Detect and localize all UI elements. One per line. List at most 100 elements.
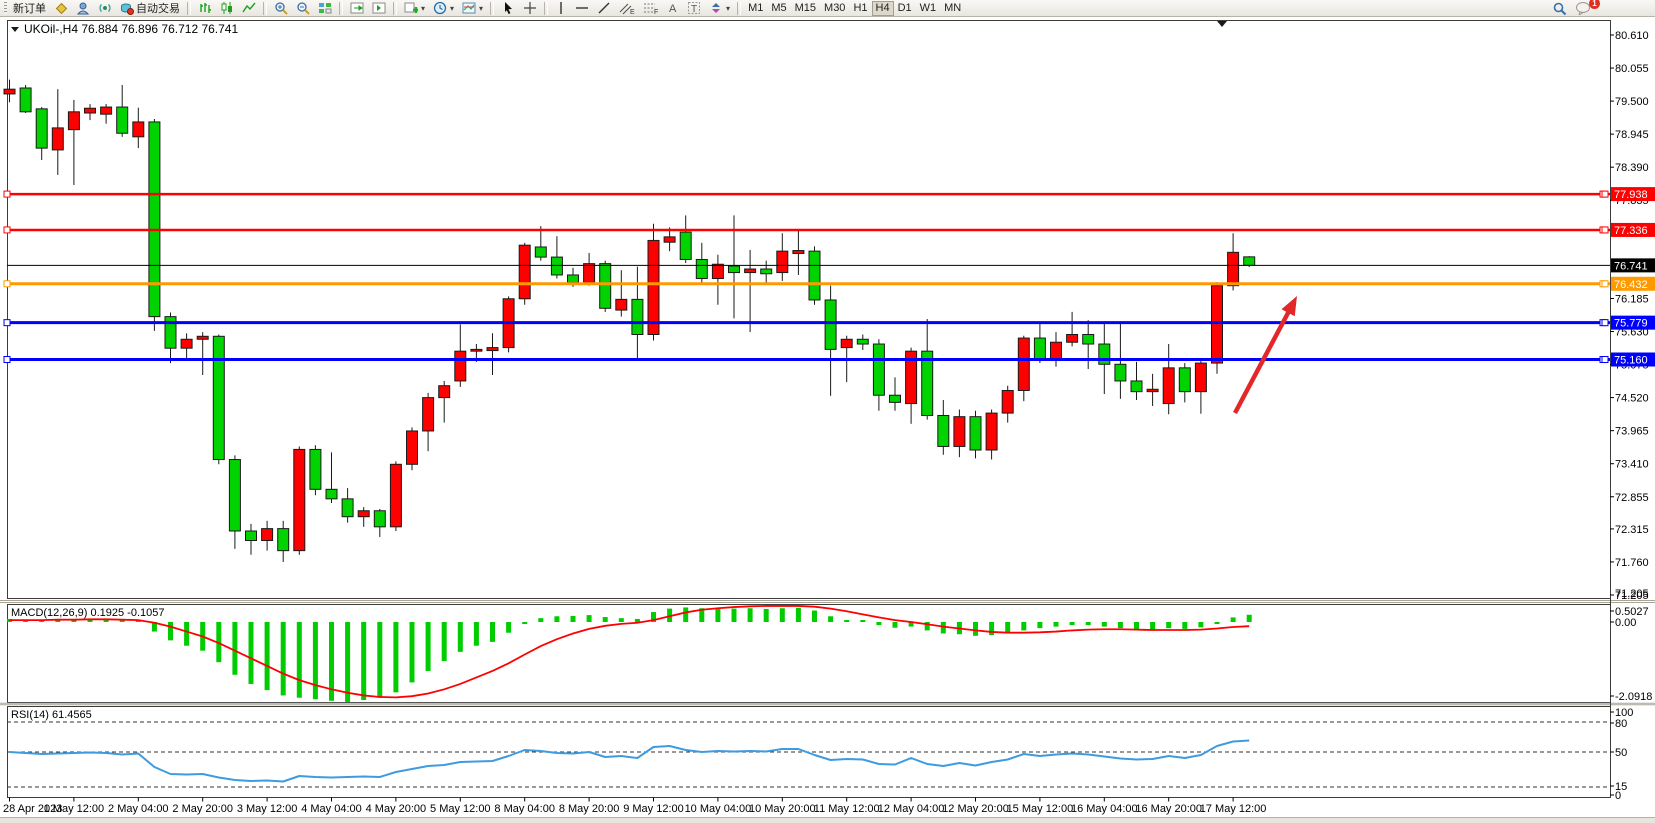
candle-up	[390, 464, 401, 527]
candle-up	[664, 237, 675, 242]
macd-histogram-bar	[1102, 622, 1107, 627]
crosshair-icon	[523, 1, 537, 15]
channel-button[interactable]: E	[615, 1, 639, 16]
line-anchor-handle[interactable]	[4, 320, 10, 326]
candle-up	[455, 351, 466, 381]
line-chart-button[interactable]	[238, 1, 260, 16]
macd-histogram-bar	[603, 617, 608, 622]
tab-timeframe-h4[interactable]: H4	[872, 1, 894, 16]
candlestick-chart-button[interactable]	[216, 1, 238, 16]
candle-down	[326, 489, 337, 499]
crosshair-button[interactable]	[519, 1, 541, 16]
candle-down	[1083, 335, 1094, 345]
tab-timeframe-mn[interactable]: MN	[940, 1, 965, 16]
line-anchor-handle[interactable]	[4, 191, 10, 197]
notifications-button[interactable]: 1	[1571, 1, 1595, 16]
fibonacci-button[interactable]: F	[639, 1, 663, 16]
macd-axis-label: -2.0918	[1615, 691, 1652, 703]
chart-canvas[interactable]: UKOil-,H4 76.884 76.896 76.712 76.74180.…	[0, 17, 1655, 823]
candle-down	[535, 247, 546, 257]
new-order-button[interactable]: 新订单	[9, 1, 50, 16]
label-icon: T	[687, 1, 701, 15]
macd-histogram-bar	[1021, 622, 1026, 630]
candle-down	[551, 257, 562, 275]
tile-windows-button[interactable]	[314, 1, 336, 16]
candle-up	[1067, 335, 1078, 343]
market-watch-button[interactable]	[50, 1, 72, 16]
bar-chart-button[interactable]	[194, 1, 216, 16]
horizontal-line-button[interactable]	[571, 1, 593, 16]
time-axis-label: 3 May 12:00	[237, 803, 298, 815]
tab-timeframe-m15[interactable]: M15	[791, 1, 820, 16]
tab-timeframe-m1[interactable]: M1	[744, 1, 767, 16]
candle-up	[4, 89, 15, 94]
macd-pane[interactable]	[8, 605, 1611, 703]
line-anchor-handle[interactable]	[4, 227, 10, 233]
vertical-line-button[interactable]	[551, 1, 571, 16]
macd-histogram-bar	[732, 609, 737, 622]
tag-connector	[1602, 320, 1608, 326]
main-price-pane[interactable]	[8, 21, 1611, 599]
separator	[544, 2, 548, 15]
candle-down	[278, 529, 289, 551]
macd-histogram-bar	[619, 618, 624, 622]
time-axis-label: 4 May 04:00	[301, 803, 362, 815]
candle-up	[1163, 368, 1174, 404]
zoom-out-button[interactable]	[292, 1, 314, 16]
candle-down	[117, 107, 128, 133]
line-anchor-handle[interactable]	[4, 281, 10, 287]
periods-icon	[433, 1, 447, 15]
price-axis-label: 78.390	[1615, 162, 1649, 174]
cursor-button[interactable]	[497, 1, 519, 16]
price-tag-value: 75.160	[1614, 355, 1648, 367]
bar-chart-icon	[198, 1, 212, 15]
macd-histogram-bar	[1086, 622, 1091, 625]
macd-histogram-bar	[715, 609, 720, 622]
tab-timeframe-m30[interactable]: M30	[820, 1, 849, 16]
tab-timeframe-h1[interactable]: H1	[849, 1, 871, 16]
data-window-button[interactable]	[72, 1, 94, 16]
zoom-in-button[interactable]	[270, 1, 292, 16]
shift-end-button[interactable]	[346, 1, 368, 16]
tab-timeframe-w1[interactable]: W1	[916, 1, 941, 16]
price-axis-label: 72.315	[1615, 524, 1649, 536]
macd-histogram-bar	[1247, 615, 1252, 622]
candle-down	[229, 460, 240, 531]
new-chart-icon	[404, 1, 418, 15]
tile-windows-icon	[318, 1, 332, 15]
navigator-button[interactable]	[94, 1, 116, 16]
search-button[interactable]	[1548, 1, 1571, 16]
new-chart-button[interactable]: ▾	[400, 1, 429, 16]
vertical-line-icon	[555, 1, 567, 15]
line-anchor-handle[interactable]	[4, 357, 10, 363]
toolbar: 新订单 自动交易 ▾ ▾	[0, 0, 1655, 17]
candle-down	[825, 300, 836, 349]
candle-down	[1131, 381, 1142, 392]
trendline-button[interactable]	[593, 1, 615, 16]
label-button[interactable]: T	[683, 1, 705, 16]
macd-histogram-bar	[1134, 622, 1139, 630]
macd-histogram-bar	[1231, 617, 1236, 622]
time-axis-label: 16 May 20:00	[1135, 803, 1202, 815]
rsi-axis-label: 50	[1615, 747, 1627, 759]
macd-histogram-bar	[748, 608, 753, 622]
macd-histogram-bar	[313, 622, 318, 699]
autoscroll-button[interactable]	[368, 1, 390, 16]
macd-histogram-bar	[796, 608, 801, 622]
candle-down	[729, 266, 740, 273]
candle-down	[342, 499, 353, 517]
candle-up	[133, 122, 144, 137]
templates-button[interactable]: ▾	[458, 1, 487, 16]
macd-histogram-bar	[828, 616, 833, 622]
tab-timeframe-m5[interactable]: M5	[767, 1, 790, 16]
arrows-button[interactable]: ▾	[705, 1, 734, 16]
periods-button[interactable]: ▾	[429, 1, 458, 16]
candle-up	[294, 449, 305, 550]
tab-timeframe-d1[interactable]: D1	[894, 1, 916, 16]
fibonacci-icon: F	[643, 1, 659, 15]
time-axis-label: 5 May 12:00	[430, 803, 491, 815]
candle-down	[1099, 344, 1110, 364]
macd-histogram-bar	[764, 609, 769, 622]
autotrading-button[interactable]: 自动交易	[116, 1, 184, 16]
text-button[interactable]: A	[663, 1, 683, 16]
